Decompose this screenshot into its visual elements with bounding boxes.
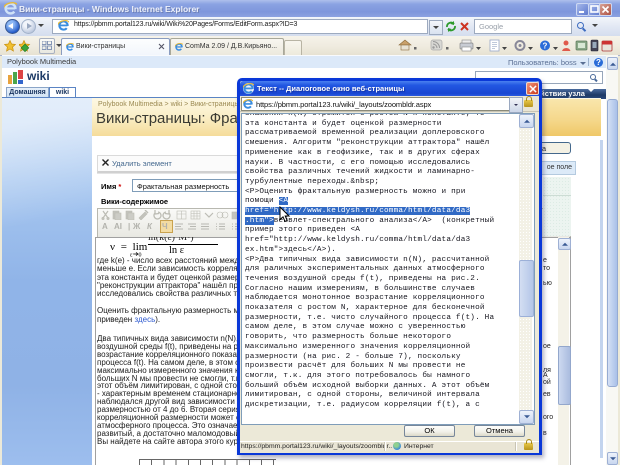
svg-text:?: ? bbox=[543, 42, 548, 51]
